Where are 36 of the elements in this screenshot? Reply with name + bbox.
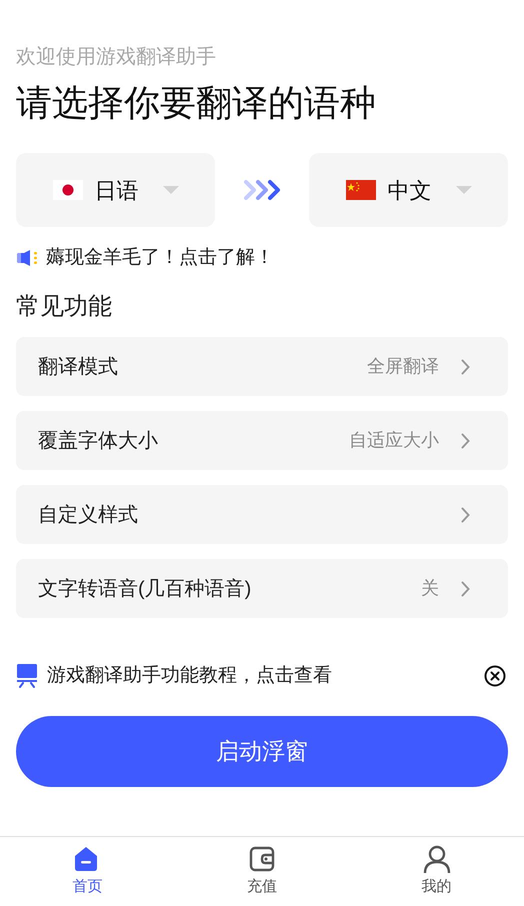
dropdown-caret-icon [456, 186, 472, 194]
welcome-subtitle: 欢迎使用游戏翻译助手 [16, 45, 217, 70]
person-icon [422, 844, 452, 874]
tutorial-link[interactable]: 游戏翻译助手功能教程，点击查看 [47, 662, 332, 690]
setting-value: 关 [421, 577, 439, 600]
chevron-right-icon [461, 358, 470, 374]
close-icon [484, 665, 506, 687]
tab-bar-item[interactable]: 首页 [0, 837, 175, 906]
setting-value: 全屏翻译 [367, 355, 439, 378]
page-title: 请选择你要翻译的语种 [16, 81, 377, 125]
target-language-select[interactable]: 中文 [309, 153, 508, 227]
setting-value: 自适应大小 [349, 429, 439, 452]
settings-row[interactable]: 自定义样式 [16, 485, 508, 544]
setting-label: 自定义样式 [38, 502, 138, 528]
start-floating-window-button[interactable]: 启动浮窗 [16, 716, 508, 787]
dropdown-caret-icon [162, 186, 178, 194]
settings-row[interactable]: 覆盖字体大小 自适应大小 [16, 411, 508, 470]
close-button[interactable] [484, 665, 506, 687]
japan-flag-icon [52, 180, 82, 200]
setting-label: 翻译模式 [38, 354, 118, 380]
promo-link[interactable]: 薅现金羊毛了！点击了解！ [46, 244, 274, 272]
tab-bar-item[interactable]: 我的 [349, 837, 524, 906]
section-title: 常见功能 [16, 292, 113, 322]
settings-row[interactable]: 翻译模式 全屏翻译 [16, 337, 508, 396]
tab-bar-item[interactable]: 充值 [174, 837, 350, 906]
presentation-board-icon [16, 664, 38, 688]
chevron-right-icon [461, 580, 470, 596]
chevron-right-icon [461, 506, 470, 522]
chevron-right-icon [461, 432, 470, 448]
setting-label: 文字转语音(几百种语音) [38, 576, 252, 602]
triple-chevron-icon [243, 179, 281, 201]
settings-row[interactable]: 文字转语音(几百种语音) 关 [16, 559, 508, 618]
setting-label: 覆盖字体大小 [38, 428, 158, 454]
source-language-select[interactable]: 日语 [16, 153, 215, 227]
china-flag-icon [346, 180, 376, 200]
megaphone-icon [16, 249, 40, 267]
